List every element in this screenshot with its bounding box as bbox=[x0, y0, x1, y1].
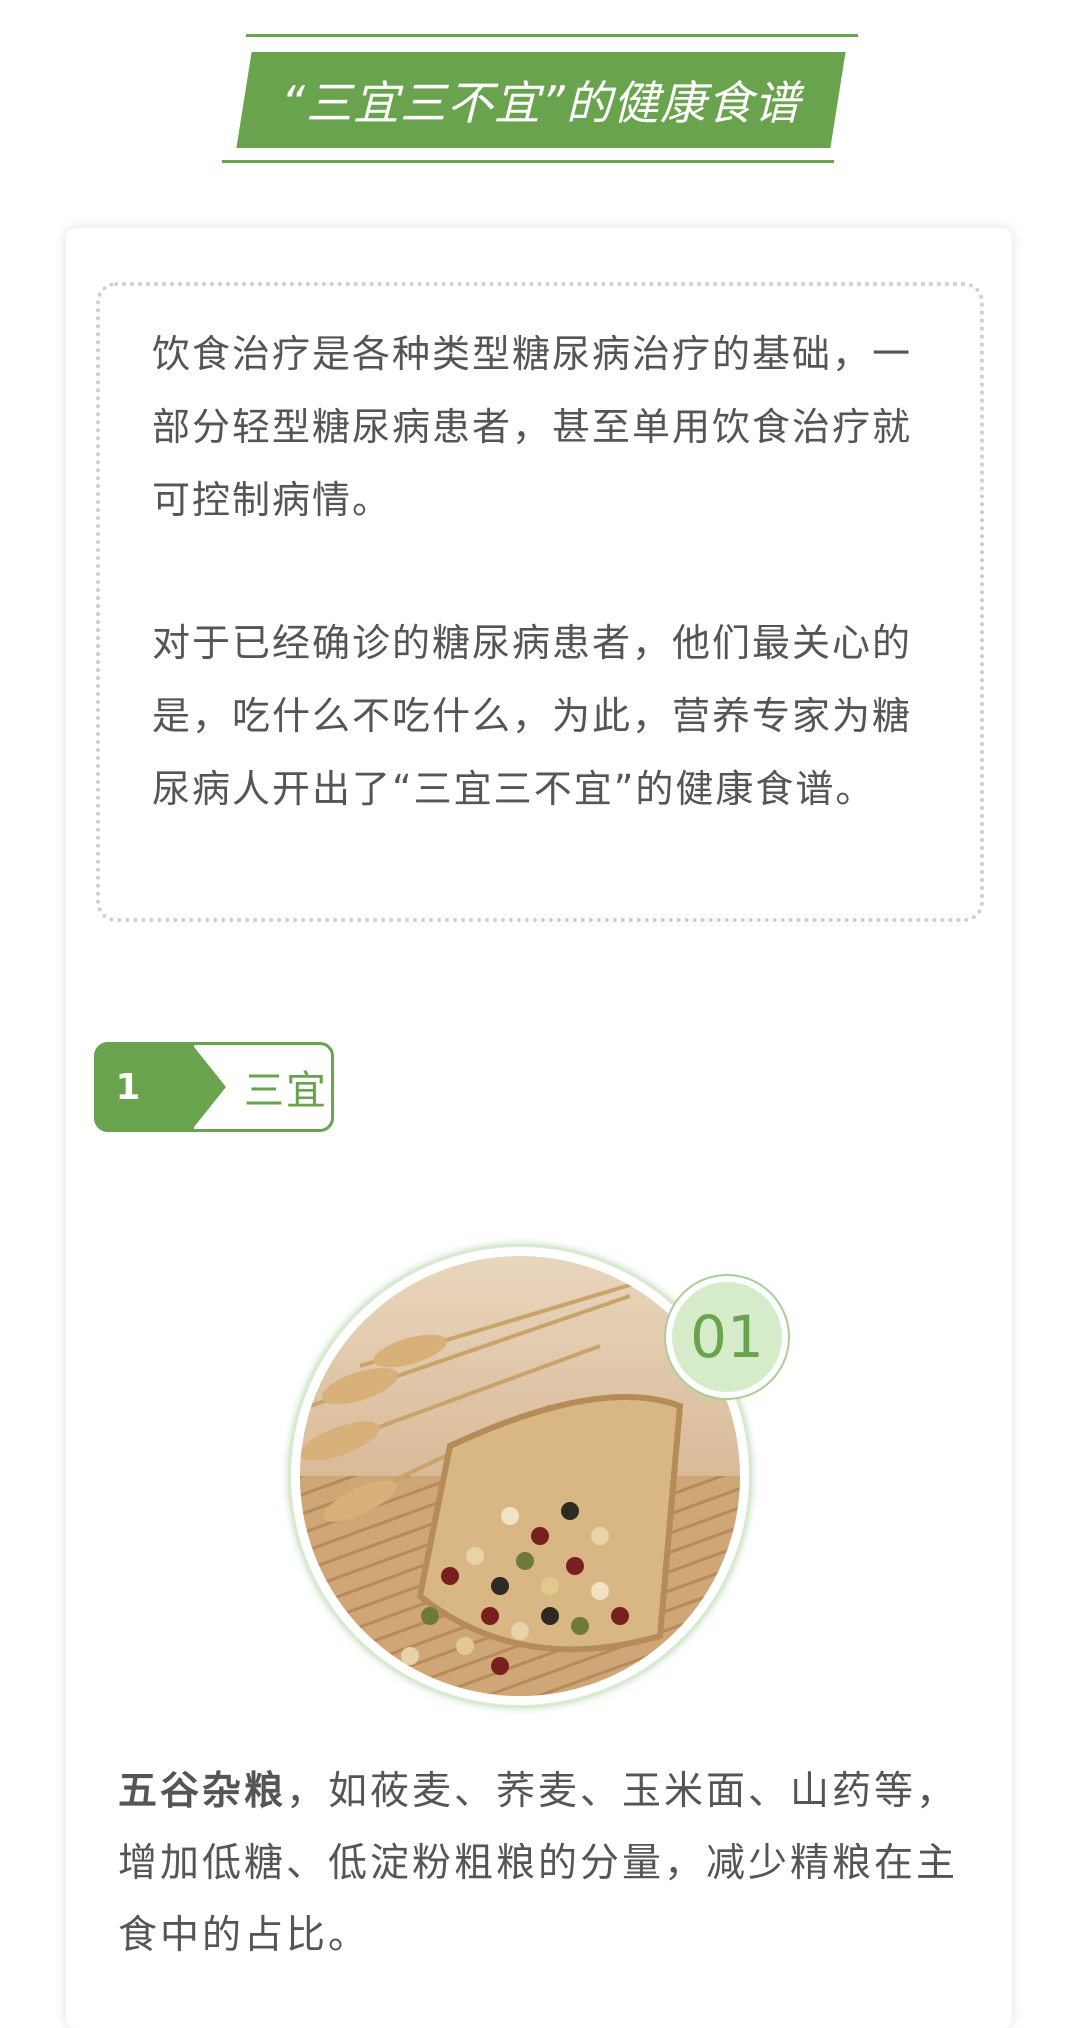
section-tag-arrow bbox=[190, 1042, 226, 1132]
intro-paragraph-2: 对于已经确诊的糖尿病患者，他们最关心的是，吃什么不吃什么，为此，营养专家为糖尿病… bbox=[152, 621, 913, 811]
banner-bottom-rule bbox=[222, 160, 834, 163]
item-number-badge: 01 bbox=[672, 1282, 782, 1392]
intro-paragraph-1: 饮食治疗是各种类型糖尿病治疗的基础，一部分轻型糖尿病患者，甚至单用饮食治疗就可控… bbox=[152, 332, 913, 522]
header-banner: “三宜三不宜”的健康食谱 bbox=[0, 0, 1080, 200]
section-number: 1 bbox=[115, 1066, 141, 1108]
section-tag: 1 三宜 bbox=[94, 1042, 334, 1132]
page-title: “三宜三不宜”的健康食谱 bbox=[281, 76, 801, 130]
grains-paragraph: 五谷杂粮，如莜麦、荞麦、玉米面、山药等，增加低糖、低淀粉粗粮的分量，减少精粮在主… bbox=[118, 1756, 978, 1972]
section-label: 三宜 bbox=[244, 1068, 328, 1114]
grains-lead: 五谷杂粮 bbox=[118, 1769, 287, 1814]
banner-top-rule bbox=[246, 34, 858, 37]
